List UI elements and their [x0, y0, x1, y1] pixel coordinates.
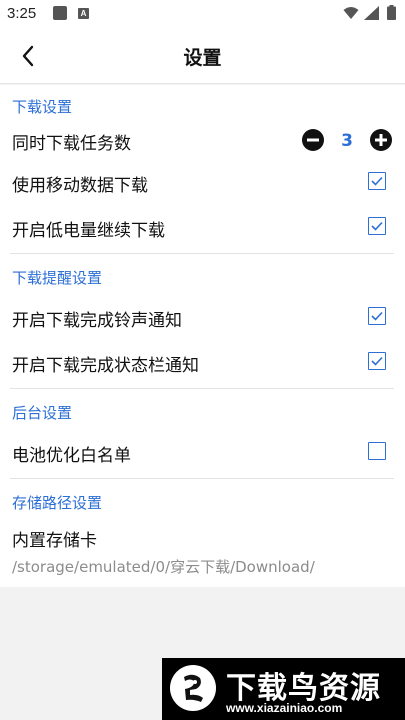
divider	[10, 478, 394, 479]
increase-button[interactable]	[370, 129, 392, 151]
plus-icon	[375, 134, 387, 146]
battery-whitelist-checkbox[interactable]	[368, 442, 386, 460]
check-icon	[371, 176, 383, 186]
storage-path: /storage/emulated/0/穿云下载/Download/	[12, 558, 315, 576]
section-header-storage: 存储路径设置	[12, 494, 103, 512]
section-header-download: 下载设置	[12, 98, 73, 116]
battery-icon	[387, 5, 396, 20]
section-header-background: 后台设置	[12, 404, 73, 422]
statusbar-notice-label: 开启下载完成状态栏通知	[12, 356, 199, 376]
status-time: 3:25	[7, 5, 37, 22]
decrease-button[interactable]	[302, 129, 324, 151]
concurrent-tasks-label: 同时下载任务数	[12, 134, 131, 154]
ringtone-checkbox[interactable]	[368, 307, 386, 325]
check-icon	[371, 356, 383, 366]
page-title: 设置	[183, 47, 222, 69]
signal-icon	[364, 6, 379, 20]
divider	[10, 253, 394, 254]
low-battery-label: 开启低电量继续下载	[12, 221, 165, 241]
mobile-data-label: 使用移动数据下载	[12, 176, 148, 196]
settings-list: 下载设置 同时下载任务数 3 使用移动数据下载 开启低电量继续下载 下载提醒设置…	[0, 85, 405, 587]
storage-location[interactable]: 内置存储卡	[12, 526, 97, 551]
battery-whitelist-label: 电池优化白名单	[12, 446, 131, 466]
low-battery-checkbox[interactable]	[368, 217, 386, 235]
wifi-icon	[343, 7, 359, 19]
check-icon	[371, 221, 383, 231]
section-header-reminder: 下载提醒设置	[12, 269, 103, 287]
bird-logo-icon	[170, 665, 216, 711]
check-icon	[371, 311, 383, 321]
watermark-url: www.xiazainiao.com	[226, 701, 343, 715]
statusbar-notice-checkbox[interactable]	[368, 352, 386, 370]
a-notification-icon: A	[78, 8, 89, 19]
concurrent-tasks-value: 3	[341, 131, 353, 151]
watermark: 下载鸟资源 www.xiazainiao.com	[162, 658, 405, 720]
status-bar: 3:25 A	[0, 0, 405, 28]
square-notification-icon	[53, 6, 67, 20]
mobile-data-checkbox[interactable]	[368, 172, 386, 190]
app-bar: 设置	[0, 28, 405, 84]
minus-icon	[307, 138, 319, 142]
divider	[10, 388, 394, 389]
ringtone-label: 开启下载完成铃声通知	[12, 311, 182, 331]
